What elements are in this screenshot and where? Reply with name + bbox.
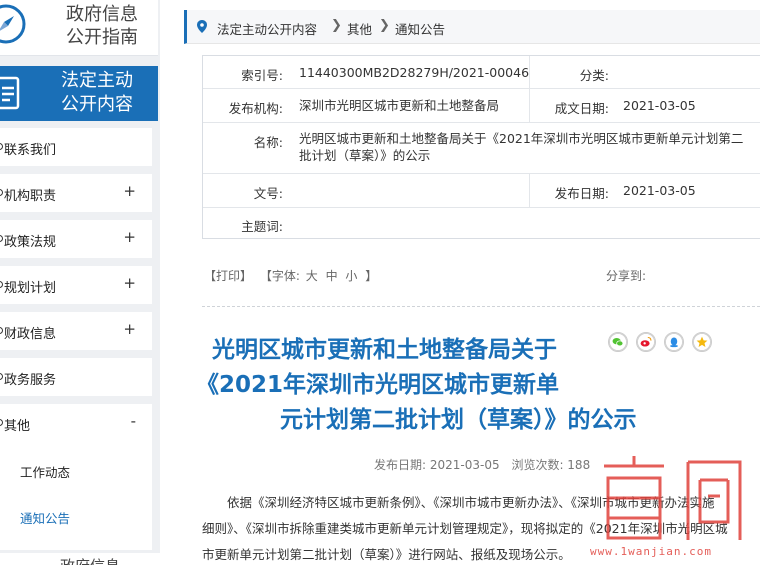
gov-info-guide-label: 政府信息 公开指南: [66, 4, 138, 48]
chevron-right-icon: ❯: [331, 18, 342, 33]
info-row-docno: 文号: 发布日期: 2021-03-05: [203, 174, 760, 208]
sidebar-item-label: 其他: [4, 419, 31, 434]
wechat-icon[interactable]: [608, 332, 628, 352]
compass-icon: [0, 4, 26, 44]
info-row-subject: 主题词:: [203, 208, 760, 239]
published-date-value: 2021-03-05: [623, 183, 696, 198]
sidebar-menu: 联系我们 机构职责 + 政策法规 + 规划计划 + 财政信息 + 政务服务 其他…: [0, 128, 152, 558]
view-count: 浏览次数: 188: [511, 458, 591, 472]
bullet-icon: [0, 189, 3, 196]
sidebar-item-label: 规划计划: [4, 281, 57, 296]
sidebar-item-label: 政务服务: [4, 373, 57, 388]
location-pin-icon: [197, 20, 207, 33]
divider: [202, 306, 760, 307]
expand-icon[interactable]: +: [123, 274, 136, 292]
docno-label: 文号:: [253, 186, 283, 201]
name-label: 名称:: [253, 135, 283, 150]
expand-icon[interactable]: +: [123, 228, 136, 246]
font-size-label: 【字体:: [259, 269, 300, 283]
sidebar: 政府信息 公开指南 法定主动 公开内容 联系我们 机构职责 + 政策法规 + 规…: [0, 0, 160, 565]
breadcrumb-notices[interactable]: 通知公告: [395, 19, 445, 38]
sidebar-item-gov-info[interactable]: 政府信息: [0, 553, 160, 565]
sidebar-item-other[interactable]: 其他 -: [0, 404, 152, 442]
article-meta: 发布日期: 2021-03-05 浏览次数: 188: [374, 456, 598, 473]
subject-label: 主题词:: [241, 219, 283, 234]
org-value: 深圳市光明区城市更新和土地整备局: [299, 98, 500, 113]
sidebar-item-contact[interactable]: 联系我们: [0, 128, 152, 166]
breadcrumb-statutory[interactable]: 法定主动公开内容: [217, 19, 317, 38]
bullet-icon: [0, 327, 3, 334]
info-row-name: 名称: 光明区城市更新和土地整备局关于《2021年深圳市光明区城市更新单元计划第…: [203, 123, 760, 174]
share-label: 分享到:: [606, 269, 647, 283]
info-row-org: 发布机构: 深圳市光明区城市更新和土地整备局 成文日期: 2021-03-05: [203, 89, 760, 123]
sidebar-item-plans[interactable]: 规划计划 +: [0, 266, 152, 304]
index-label: 索引号:: [241, 68, 283, 83]
qzone-icon[interactable]: [692, 332, 712, 352]
published-date-label: 发布日期:: [554, 186, 609, 201]
print-button[interactable]: 【打印】: [204, 269, 252, 283]
document-info-table: 索引号: 11440300MB2D28279H/2021-00046 分类: 发…: [202, 55, 760, 239]
font-small-button[interactable]: 小: [345, 269, 357, 283]
sidebar-item-label: 政府信息: [60, 555, 120, 565]
breadcrumb-other[interactable]: 其他: [347, 19, 372, 38]
bullet-icon: [0, 235, 3, 242]
font-size-close: 】: [365, 269, 378, 283]
sidebar-subitem-notices[interactable]: 通知公告: [20, 508, 70, 527]
created-date-value: 2021-03-05: [623, 98, 696, 113]
sidebar-item-policies[interactable]: 政策法规 +: [0, 220, 152, 258]
chevron-right-icon: ❯: [379, 18, 390, 33]
statutory-disclosure-label: 法定主动 公开内容: [61, 70, 133, 115]
sidebar-item-duties[interactable]: 机构职责 +: [0, 174, 152, 212]
publish-date: 发布日期: 2021-03-05: [374, 458, 500, 472]
sidebar-item-services[interactable]: 政务服务: [0, 358, 152, 396]
name-value: 光明区城市更新和土地整备局关于《2021年深圳市光明区城市更新单元计划第二 批计…: [299, 131, 744, 163]
info-row-index: 索引号: 11440300MB2D28279H/2021-00046 分类:: [203, 56, 760, 89]
created-date-label: 成文日期:: [554, 101, 609, 116]
sidebar-item-label: 机构职责: [4, 189, 57, 204]
font-large-button[interactable]: 大: [306, 269, 318, 283]
bullet-icon: [0, 143, 3, 150]
document-icon: [0, 76, 20, 110]
gov-info-guide-link[interactable]: 政府信息 公开指南: [0, 0, 158, 56]
expand-icon[interactable]: +: [123, 320, 136, 338]
collapse-icon[interactable]: -: [131, 412, 136, 430]
watermark-url: www.1wanjian.com: [590, 545, 712, 558]
sidebar-item-label: 财政信息: [4, 327, 57, 342]
index-value: 11440300MB2D28279H/2021-00046: [299, 65, 530, 80]
statutory-disclosure-link[interactable]: 法定主动 公开内容: [0, 66, 158, 121]
bullet-icon: [0, 419, 3, 426]
weibo-icon[interactable]: [636, 332, 656, 352]
category-label: 分类:: [579, 68, 609, 83]
org-label: 发布机构:: [228, 101, 283, 116]
sidebar-submenu-other: 工作动态 通知公告: [0, 442, 152, 550]
breadcrumb: 法定主动公开内容 ❯ 其他 ❯ 通知公告: [184, 10, 760, 44]
article-tools: 【打印】 【字体: 大 中 小 】: [204, 267, 381, 284]
expand-icon[interactable]: +: [123, 182, 136, 200]
bullet-icon: [0, 373, 3, 380]
sidebar-subitem-work-news[interactable]: 工作动态: [20, 462, 70, 481]
sidebar-item-label: 联系我们: [4, 143, 57, 158]
font-medium-button[interactable]: 中: [326, 269, 338, 283]
qq-icon[interactable]: [664, 332, 684, 352]
sidebar-item-label: 政策法规: [4, 235, 57, 250]
sidebar-item-finance[interactable]: 财政信息 +: [0, 312, 152, 350]
bullet-icon: [0, 281, 3, 288]
